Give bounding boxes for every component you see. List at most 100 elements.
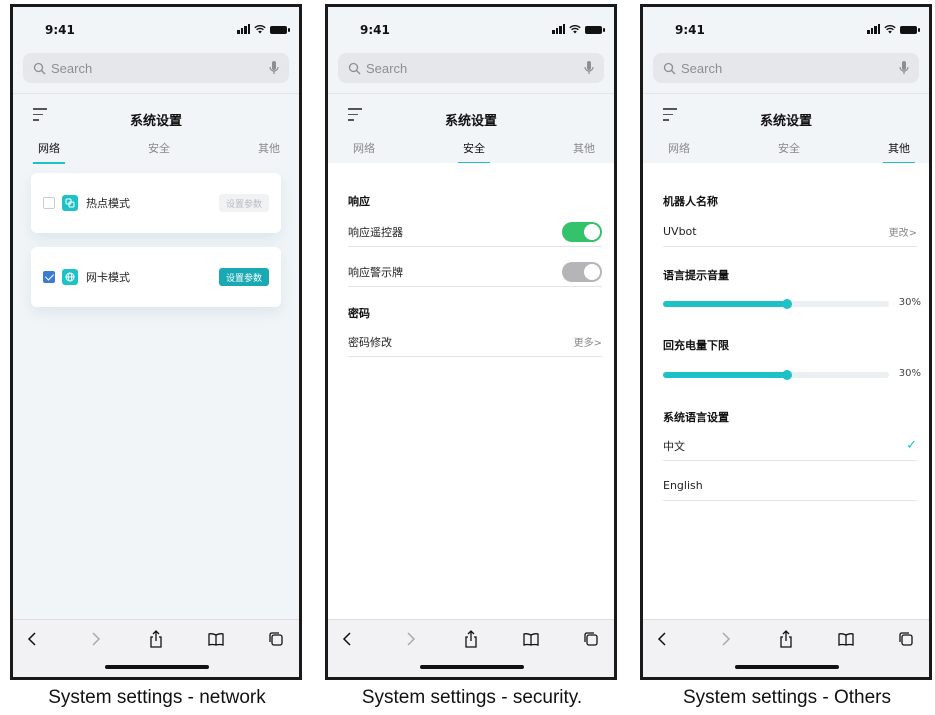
- battery-icon: [900, 26, 920, 34]
- change-link[interactable]: 更改>: [889, 224, 917, 239]
- recharge-threshold-thumb[interactable]: [782, 370, 793, 380]
- tab-security[interactable]: 安全: [444, 140, 504, 164]
- back-icon[interactable]: [21, 628, 43, 650]
- share-icon[interactable]: [775, 628, 797, 650]
- search-bar[interactable]: [653, 53, 919, 83]
- microphone-icon[interactable]: [269, 60, 279, 76]
- wifi-icon: [569, 24, 581, 34]
- language-label-chinese: 中文: [663, 439, 685, 453]
- search-input[interactable]: [51, 60, 251, 76]
- section-response-heading: 响应: [348, 195, 370, 208]
- nic-settings-button[interactable]: 设置参数: [219, 268, 269, 286]
- forward-icon[interactable]: [715, 628, 737, 650]
- language-option-chinese[interactable]: 中文 ✓: [663, 431, 917, 461]
- status-time: 9:41: [360, 23, 390, 37]
- checkmark-icon: ✓: [906, 438, 917, 453]
- nic-mode-card[interactable]: 网卡模式 设置参数: [31, 247, 281, 307]
- browser-toolbar: [643, 619, 929, 677]
- search-input[interactable]: [681, 60, 881, 76]
- recharge-threshold-slider[interactable]: [663, 370, 889, 380]
- voice-volume-heading: 语言提示音量: [663, 269, 729, 282]
- phone-network: 9:41 系统设置 网络 安全 其他 热点模式 设置参数 网卡模式 设置参数: [10, 4, 302, 680]
- page-title: 系统设置: [444, 114, 497, 129]
- password-change-row[interactable]: 密码修改 更多>: [348, 327, 602, 357]
- search-bar[interactable]: [338, 53, 604, 83]
- tab-bar: 网络 安全 其他: [13, 140, 299, 166]
- hotspot-icon: [62, 195, 78, 211]
- battery-icon: [270, 26, 290, 34]
- microphone-icon[interactable]: [899, 60, 909, 76]
- caption-network: System settings - network: [48, 687, 266, 708]
- back-icon[interactable]: [336, 628, 358, 650]
- tab-others[interactable]: 其他: [239, 140, 299, 156]
- search-icon: [663, 62, 676, 74]
- security-content: 响应 响应遥控器 响应警示牌 密码 密码修改 更多>: [328, 163, 614, 677]
- remote-control-label: 响应遥控器: [348, 225, 403, 239]
- caption-security: System settings - security.: [361, 687, 583, 708]
- bookmarks-icon[interactable]: [205, 628, 227, 650]
- hotspot-checkbox[interactable]: [43, 197, 55, 209]
- microphone-icon[interactable]: [584, 60, 594, 76]
- share-icon[interactable]: [460, 628, 482, 650]
- voice-volume-thumb[interactable]: [782, 299, 793, 309]
- hotspot-settings-button[interactable]: 设置参数: [219, 194, 269, 212]
- tab-network[interactable]: 网络: [19, 140, 79, 164]
- robot-name-heading: 机器人名称: [663, 195, 718, 208]
- home-indicator: [735, 665, 839, 669]
- tab-others[interactable]: 其他: [869, 140, 929, 164]
- forward-icon[interactable]: [400, 628, 422, 650]
- recharge-threshold-value: 30%: [898, 368, 921, 379]
- status-time: 9:41: [675, 23, 705, 37]
- remote-control-toggle[interactable]: [562, 221, 602, 242]
- search-bar[interactable]: [23, 53, 289, 83]
- voice-volume-value: 30%: [898, 297, 921, 308]
- robot-name-row[interactable]: UVbot 更改>: [663, 217, 917, 247]
- status-bar: 9:41: [13, 7, 299, 47]
- tabs-icon[interactable]: [265, 628, 287, 650]
- warning-sign-row: 响应警示牌: [348, 257, 602, 287]
- browser-toolbar: [328, 619, 614, 677]
- app-header: 系统设置 网络 安全 其他: [643, 93, 929, 164]
- voice-volume-slider[interactable]: [663, 299, 889, 309]
- search-input[interactable]: [366, 60, 566, 76]
- language-option-english[interactable]: English: [663, 471, 917, 501]
- phone-security: 9:41 系统设置 网络 安全 其他 响应 响应遥控器 响应警示牌 密码: [325, 4, 617, 680]
- language-label-english: English: [663, 479, 703, 492]
- tab-network[interactable]: 网络: [649, 140, 709, 156]
- hotspot-mode-card[interactable]: 热点模式 设置参数: [31, 173, 281, 233]
- phone-others: 9:41 系统设置 网络 安全 其他 机器人名称 UVbot 更改> 语言提示音…: [640, 4, 932, 680]
- back-icon[interactable]: [651, 628, 673, 650]
- wifi-icon: [254, 24, 266, 34]
- browser-toolbar: [13, 619, 299, 677]
- home-indicator: [420, 665, 524, 669]
- status-bar: 9:41: [643, 7, 929, 47]
- forward-icon[interactable]: [85, 628, 107, 650]
- remote-control-row: 响应遥控器: [348, 217, 602, 247]
- wifi-icon: [884, 24, 896, 34]
- globe-icon: [62, 269, 78, 285]
- nic-checkbox[interactable]: [43, 271, 55, 283]
- tab-security[interactable]: 安全: [759, 140, 819, 156]
- warning-sign-toggle[interactable]: [562, 261, 602, 282]
- recharge-threshold-fill: [663, 372, 788, 378]
- tabs-icon[interactable]: [895, 628, 917, 650]
- app-header: 系统设置 网络 安全 其他: [13, 93, 299, 166]
- tabs-icon[interactable]: [580, 628, 602, 650]
- warning-sign-label: 响应警示牌: [348, 265, 403, 279]
- hotspot-label: 热点模式: [86, 197, 130, 210]
- caption-others: System settings - Others: [682, 687, 891, 708]
- battery-icon: [585, 26, 605, 34]
- share-icon[interactable]: [145, 628, 167, 650]
- tab-security[interactable]: 安全: [129, 140, 189, 156]
- tab-network[interactable]: 网络: [334, 140, 394, 156]
- tab-others[interactable]: 其他: [554, 140, 614, 156]
- robot-name-value: UVbot: [663, 225, 697, 238]
- language-heading: 系统语言设置: [663, 411, 729, 424]
- more-link[interactable]: 更多>: [574, 334, 602, 349]
- status-bar: 9:41: [328, 7, 614, 47]
- page-title: 系统设置: [129, 114, 182, 129]
- cellular-signal-icon: [237, 24, 250, 34]
- bookmarks-icon[interactable]: [835, 628, 857, 650]
- cellular-signal-icon: [552, 24, 565, 34]
- bookmarks-icon[interactable]: [520, 628, 542, 650]
